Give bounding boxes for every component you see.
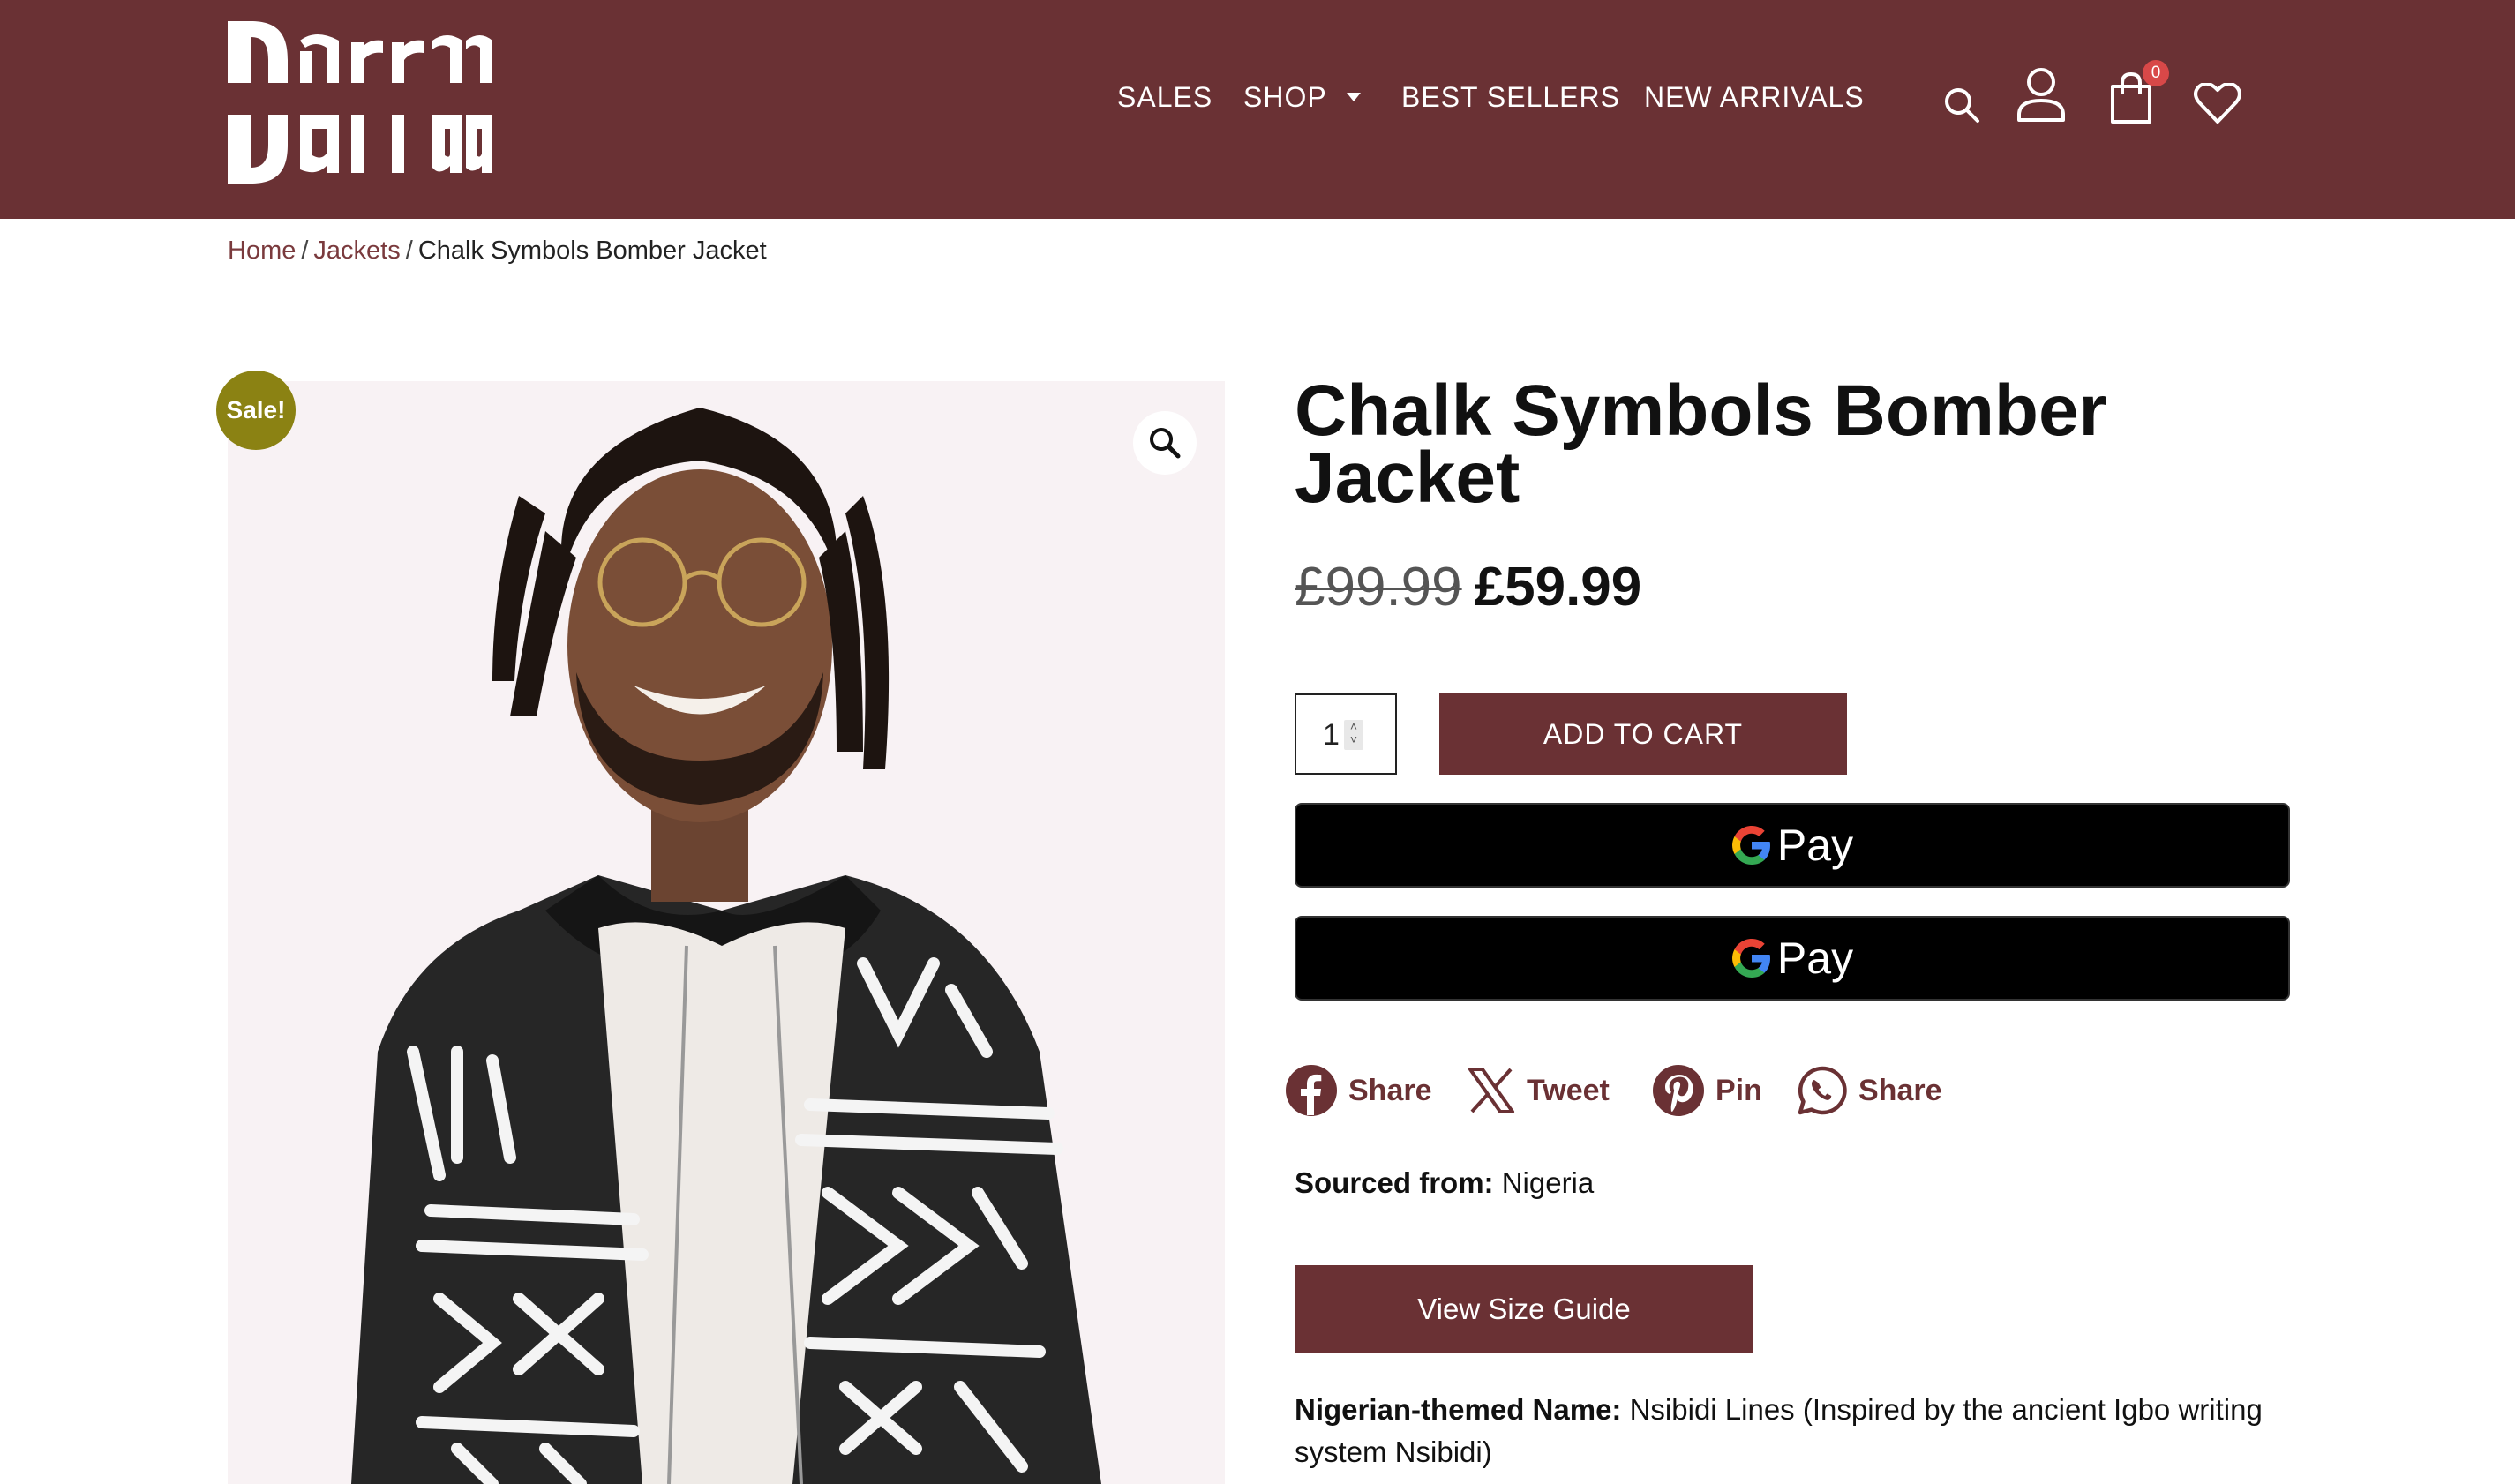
- whatsapp-icon: [1798, 1066, 1847, 1115]
- google-g-icon: [1731, 939, 1770, 978]
- gpay-label: Pay: [1776, 933, 1854, 983]
- breadcrumb-separator: /: [301, 236, 309, 265]
- wishlist-icon[interactable]: [2194, 81, 2241, 130]
- account-icon[interactable]: [2016, 67, 2067, 128]
- sourced-from-label: Sourced from:: [1295, 1166, 1494, 1199]
- pin-label: Pin: [1715, 1073, 1762, 1107]
- product-image[interactable]: [228, 381, 1225, 1484]
- search-icon[interactable]: [1943, 86, 1980, 128]
- gpay-label: Pay: [1776, 821, 1854, 870]
- whatsapp-share-label: Share: [1858, 1073, 1942, 1107]
- share-pinterest-button[interactable]: Pin: [1652, 1059, 1762, 1122]
- google-g-icon: [1731, 826, 1770, 865]
- add-to-cart-button[interactable]: ADD TO CART: [1439, 693, 1847, 775]
- breadcrumb-separator: /: [405, 236, 413, 265]
- nav-new-arrivals[interactable]: NEW ARRIVALS: [1644, 81, 1865, 114]
- google-pay-button[interactable]: Pay: [1295, 803, 2290, 888]
- breadcrumb-jackets[interactable]: Jackets: [313, 236, 400, 265]
- share-label: Share: [1348, 1073, 1432, 1107]
- google-pay-button-2[interactable]: Pay: [1295, 916, 2290, 1001]
- product-title: Chalk Symbols Bomber Jacket: [1295, 371, 2107, 518]
- dropdown-caret-icon: [1346, 92, 1361, 101]
- sale-badge: Sale!: [216, 371, 296, 450]
- share-whatsapp-button[interactable]: Share: [1797, 1059, 1942, 1122]
- x-twitter-icon: [1468, 1068, 1514, 1113]
- nav-sales[interactable]: SALES: [1117, 81, 1212, 114]
- tweet-label: Tweet: [1527, 1073, 1610, 1107]
- site-logo[interactable]: [228, 16, 494, 192]
- zoom-button[interactable]: [1133, 411, 1197, 475]
- quantity-value: 1: [1323, 718, 1340, 752]
- nav-best-sellers[interactable]: BEST SELLERS: [1401, 81, 1620, 114]
- nav-shop[interactable]: SHOP: [1243, 81, 1361, 114]
- site-header: SALES SHOP BEST SELLERS NEW ARRIVALS 0: [0, 0, 2515, 219]
- sourced-from-value: Nigeria: [1501, 1166, 1595, 1199]
- spinner-arrows-icon[interactable]: ˄ ˅: [1344, 720, 1363, 750]
- pinterest-icon: [1653, 1065, 1704, 1116]
- facebook-icon: [1286, 1065, 1337, 1116]
- nav-shop-label: SHOP: [1243, 81, 1327, 113]
- cart-count-badge: 0: [2143, 60, 2169, 86]
- breadcrumb-current: Chalk Symbols Bomber Jacket: [417, 236, 767, 265]
- product-price: £99.99 £59.99: [1295, 556, 1641, 618]
- sourced-from: Sourced from: Nigeria: [1295, 1166, 1594, 1200]
- magnifier-icon: [1150, 428, 1181, 459]
- quantity-stepper[interactable]: 1 ˄ ˅: [1295, 693, 1397, 775]
- theme-name-label: Nigerian-themed Name:: [1295, 1393, 1622, 1426]
- original-price: £99.99: [1295, 557, 1462, 618]
- product-theme-name: Nigerian-themed Name: Nsibidi Lines (Ins…: [1295, 1389, 2301, 1473]
- sale-price: £59.99: [1474, 557, 1642, 618]
- breadcrumb: Home / Jackets / Chalk Symbols Bomber Jacket: [228, 236, 767, 266]
- view-size-guide-button[interactable]: View Size Guide: [1295, 1265, 1753, 1353]
- share-twitter-button[interactable]: Tweet: [1467, 1059, 1610, 1122]
- share-facebook-button[interactable]: Share: [1285, 1059, 1432, 1122]
- breadcrumb-home[interactable]: Home: [228, 236, 296, 265]
